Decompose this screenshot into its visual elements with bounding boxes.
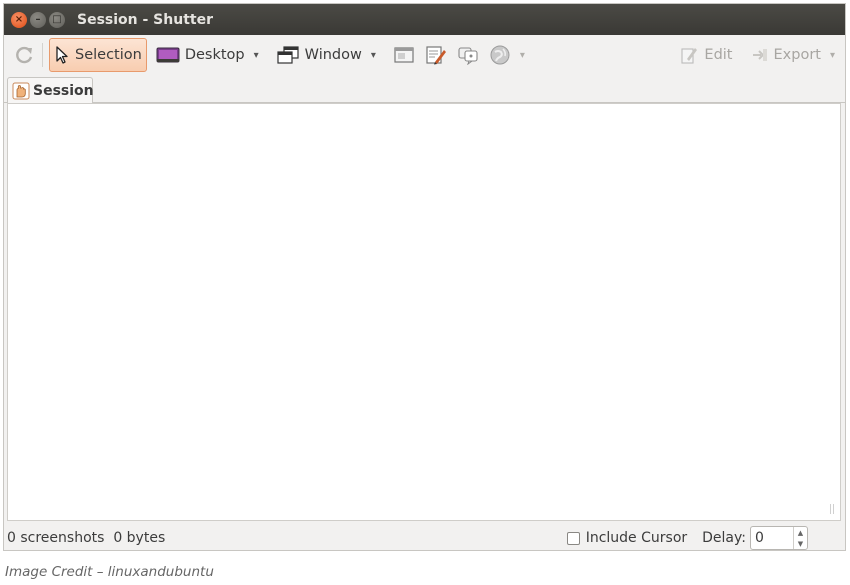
status-bar: 0 screenshots 0 bytes Include Cursor Del… — [4, 524, 845, 550]
resize-grip[interactable] — [830, 504, 834, 514]
close-window-button[interactable]: × — [11, 11, 27, 28]
web-capture-button[interactable] — [452, 38, 484, 72]
delay-label: Delay: — [702, 530, 746, 546]
globe-icon — [489, 44, 511, 66]
menu-capture-button[interactable] — [388, 38, 420, 72]
export-label: Export — [773, 47, 821, 63]
minimize-icon: – — [35, 13, 41, 25]
screenshot-summary: 0 screenshots 0 bytes — [7, 530, 166, 546]
desktop-button[interactable]: Desktop — [151, 38, 250, 72]
toolbar: Selection Desktop ▾ Window ▾ ▾ Edit Expo… — [4, 35, 845, 75]
window-controls: × – □ — [11, 11, 65, 28]
export-icon — [751, 46, 769, 64]
title-bar: × – □ Session - Shutter — [4, 4, 845, 35]
edit-button[interactable]: Edit — [674, 38, 737, 72]
edit-document-icon — [425, 45, 447, 65]
close-icon: × — [14, 13, 24, 25]
globe-dropdown-arrow[interactable]: ▾ — [520, 50, 525, 61]
selection-label: Selection — [75, 47, 142, 63]
edit-icon — [679, 45, 699, 65]
include-cursor-label[interactable]: Include Cursor — [586, 530, 687, 546]
increment-icon[interactable]: ▲ — [794, 527, 807, 538]
window-button[interactable]: Window — [271, 38, 367, 72]
export-dropdown-arrow[interactable]: ▾ — [830, 50, 835, 61]
speech-bubble-icon — [457, 45, 479, 65]
desktop-dropdown-arrow[interactable]: ▾ — [254, 50, 259, 61]
tab-session-label: Session — [33, 83, 94, 99]
window-dropdown-arrow[interactable]: ▾ — [371, 50, 376, 61]
maximize-window-button[interactable]: □ — [49, 11, 65, 28]
window-title: Session - Shutter — [77, 11, 213, 28]
globe-button[interactable] — [484, 38, 516, 72]
minimize-window-button[interactable]: – — [30, 11, 46, 28]
edit-label: Edit — [704, 47, 733, 63]
delay-value[interactable]: 0 — [751, 527, 793, 549]
tab-session[interactable]: Session — [7, 77, 94, 104]
toolbar-separator — [42, 43, 43, 67]
session-content-area[interactable] — [7, 103, 841, 521]
cursor-arrow-icon — [54, 45, 70, 65]
menu-capture-icon — [393, 45, 415, 65]
tooltip-capture-button[interactable] — [420, 38, 452, 72]
export-button[interactable]: Export — [746, 38, 826, 72]
window-label: Window — [304, 47, 362, 63]
capture-options: Include Cursor Delay: 0 ▲ ▼ — [566, 526, 808, 550]
maximize-icon: □ — [52, 13, 62, 25]
image-credit-caption: Image Credit – linuxandubuntu — [5, 564, 214, 580]
session-hand-icon — [12, 82, 30, 100]
desktop-icon — [156, 46, 180, 64]
tab-bar: Session — [4, 75, 845, 104]
include-cursor-checkbox[interactable] — [566, 531, 580, 545]
selection-button[interactable]: Selection — [49, 38, 147, 72]
delay-stepper-buttons: ▲ ▼ — [793, 527, 807, 549]
desktop-label: Desktop — [184, 47, 245, 63]
refresh-icon — [15, 45, 35, 65]
window-icon — [276, 45, 300, 65]
delay-spinner[interactable]: 0 ▲ ▼ — [750, 526, 808, 550]
refresh-button[interactable] — [10, 38, 40, 72]
decrement-icon[interactable]: ▼ — [794, 538, 807, 549]
shutter-window: × – □ Session - Shutter Selection Deskto… — [3, 3, 846, 551]
